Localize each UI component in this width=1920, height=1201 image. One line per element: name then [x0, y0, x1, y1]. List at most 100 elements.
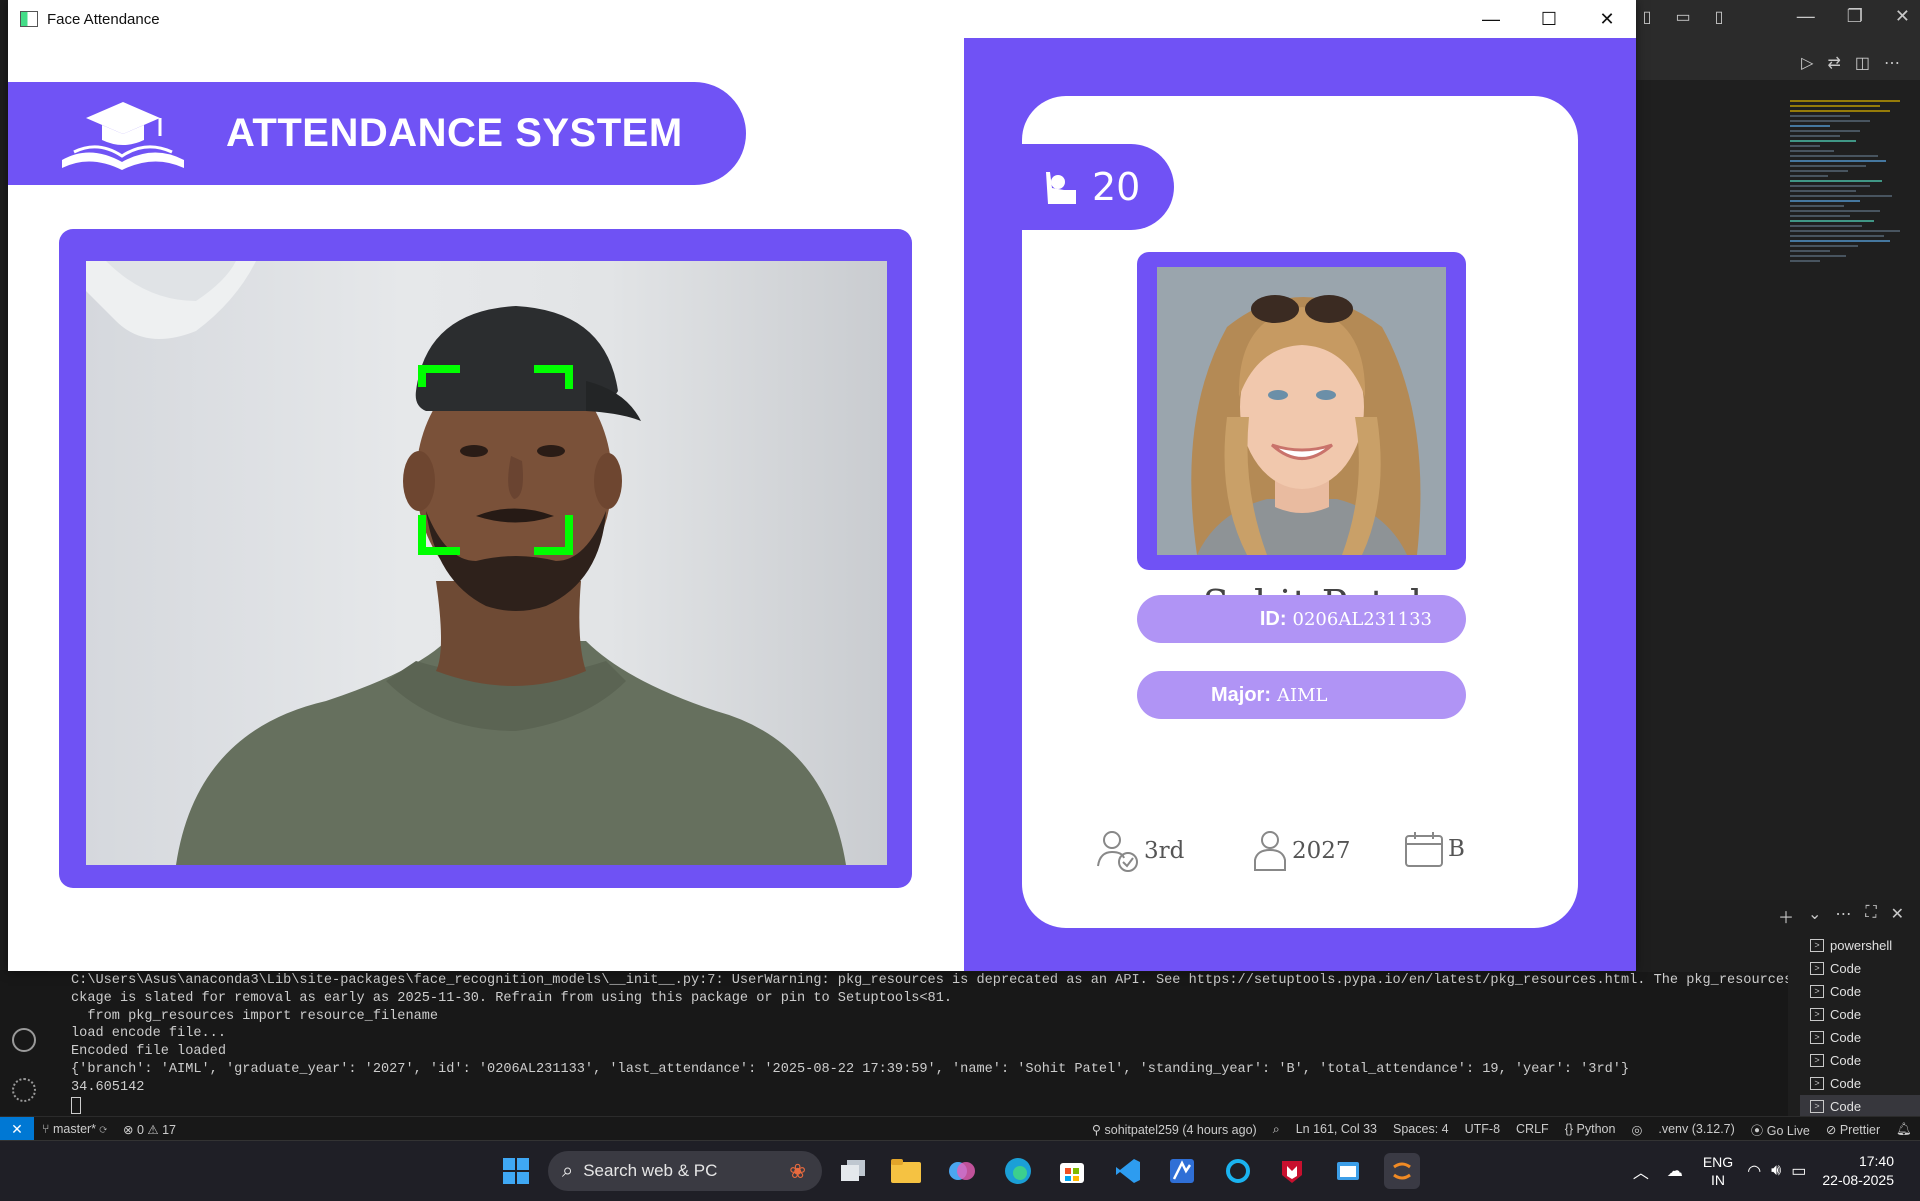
settings-gear-icon[interactable] — [12, 1078, 36, 1102]
python-app-icon[interactable] — [1384, 1153, 1420, 1189]
toggle-secondary-sidebar-icon[interactable]: ▯ — [1708, 6, 1730, 28]
git-blame[interactable]: ⚲ sohitpatel259 (4 hours ago) — [1084, 1122, 1265, 1137]
ms-store-icon[interactable] — [1054, 1153, 1090, 1189]
split-editor-icon[interactable]: ◫ — [1855, 53, 1870, 73]
terminal-icon: > — [1810, 1008, 1824, 1021]
terminal-menu-icon[interactable]: ⌄ — [1808, 904, 1821, 928]
copilot-icon[interactable] — [944, 1153, 980, 1189]
webcam-pane: ATTENDANCE SYSTEM — [8, 38, 964, 971]
vscode-layout-controls: ▯ ▭ ▯ — [1636, 6, 1730, 28]
terminal-line: C:\Users\Asus\anaconda3\Lib\site-package… — [71, 973, 1788, 988]
new-terminal-icon[interactable]: ＋ — [1778, 904, 1794, 928]
language-mode[interactable]: {} Python — [1557, 1122, 1624, 1136]
zoom-icon[interactable]: ⌕ — [1265, 1122, 1288, 1137]
edge-browser-icon[interactable] — [1000, 1153, 1036, 1189]
terminal-icon: > — [1810, 1100, 1824, 1113]
terminal-tab[interactable]: > Code — [1800, 980, 1920, 1003]
student-photo — [1157, 267, 1446, 555]
minimap[interactable] — [1790, 100, 1906, 460]
webcam-frame — [59, 229, 912, 888]
terminal-tab-active[interactable]: > Code — [1800, 1095, 1920, 1118]
terminal-tab[interactable]: > Code — [1800, 957, 1920, 980]
task-view-icon[interactable] — [836, 1153, 872, 1189]
line-ending[interactable]: CRLF — [1508, 1122, 1557, 1136]
attendance-count-badge: 20 — [1022, 144, 1174, 230]
taskbar-search[interactable]: ⌕ Search web & PC ❀ — [548, 1151, 822, 1191]
go-live[interactable]: ⦿ Go Live — [1743, 1120, 1818, 1139]
vscode-minimize-icon[interactable]: — — [1797, 6, 1815, 27]
terminal-tab[interactable]: > Code — [1800, 1049, 1920, 1072]
wifi-icon[interactable]: ◠ — [1747, 1161, 1761, 1181]
clock[interactable]: 17:40 22-08-2025 — [1822, 1152, 1894, 1190]
terminal-tab[interactable]: > powershell — [1800, 934, 1920, 957]
search-highlight-icon: ❀ — [789, 1160, 806, 1183]
terminal-icon: > — [1810, 1031, 1824, 1044]
branch-indicator[interactable]: ⑂ master* ⟳ — [34, 1122, 115, 1136]
major-value: AIML — [1277, 684, 1328, 706]
webcam-person-image — [86, 261, 846, 865]
compare-icon[interactable]: ⇄ — [1827, 53, 1840, 73]
python-interpreter[interactable]: .venv (3.12.7) — [1650, 1122, 1742, 1136]
graduation-book-logo-icon — [62, 102, 184, 170]
terminal-list: > powershell > Code > Code > Code > Code > Cod… — [1800, 934, 1920, 1118]
activity-bar — [0, 970, 48, 1118]
cursor-position[interactable]: Ln 161, Col 33 — [1288, 1122, 1385, 1136]
vscode-icon[interactable] — [1110, 1153, 1146, 1189]
tray-overflow-icon[interactable]: ︿ — [1633, 1159, 1649, 1183]
student-card: 20 ID: 0206AL231133 Major: AIML 3rd 2027… — [1022, 96, 1578, 928]
system-tray: ︿ ☁ ENG IN ◠ 🔊︎ ▭ 17:40 22-08-2025 — [1633, 1141, 1920, 1201]
maximize-panel-icon[interactable]: ⛶ — [1865, 904, 1876, 928]
encoding[interactable]: UTF-8 — [1457, 1122, 1508, 1136]
accounts-icon[interactable] — [12, 1028, 36, 1052]
window-titlebar[interactable]: Face Attendance — ☐ ✕ — [8, 0, 1636, 38]
editor-actions: ▷ ⇄ ◫ ⋯ — [1636, 48, 1920, 78]
terminal-line: ckage is slated for removal as early as … — [71, 990, 953, 1006]
onedrive-icon[interactable]: ☁ — [1667, 1161, 1683, 1181]
close-panel-icon[interactable]: ✕ — [1891, 904, 1904, 928]
cortana-ring-icon[interactable] — [1220, 1153, 1256, 1189]
copilot-icon[interactable]: ◎ — [1623, 1122, 1650, 1137]
raised-hand-student-icon — [1046, 172, 1076, 204]
graduate-year-info: 2027 — [1252, 830, 1351, 872]
student-details-row: 3rd 2027 B — [1096, 830, 1516, 880]
student-id-pill: ID: 0206AL231133 — [1137, 595, 1466, 643]
toggle-panel-icon[interactable]: ▭ — [1672, 6, 1694, 28]
maximize-button[interactable]: ☐ — [1520, 0, 1578, 38]
terminal-output[interactable]: C:\Users\Asus\anaconda3\Lib\site-package… — [48, 972, 1788, 1118]
window-title: Face Attendance — [47, 10, 160, 28]
vscode-window-buttons: — ❐ ✕ — [1797, 6, 1910, 27]
toggle-primary-sidebar-icon[interactable]: ▯ — [1636, 6, 1658, 28]
input-language[interactable]: ENG IN — [1703, 1153, 1733, 1189]
mcafee-icon[interactable] — [1274, 1153, 1310, 1189]
standing-info: B — [1404, 830, 1465, 868]
terminal-icon: > — [1810, 1077, 1824, 1090]
year-info: 3rd — [1096, 830, 1184, 872]
remote-indicator-icon[interactable]: ✕ — [0, 1117, 34, 1141]
battery-icon[interactable]: ▭ — [1791, 1161, 1806, 1181]
terminal-tab[interactable]: > Code — [1800, 1026, 1920, 1049]
major-label: Major: — [1211, 683, 1271, 706]
indentation[interactable]: Spaces: 4 — [1385, 1122, 1457, 1136]
notifications-bell-icon[interactable]: 🔔︎ — [1888, 1122, 1920, 1137]
terminal-line: load encode file... — [71, 1026, 226, 1042]
notepad-icon[interactable] — [1330, 1153, 1366, 1189]
minimize-button[interactable]: — — [1462, 0, 1520, 38]
terminal-cursor — [71, 1096, 81, 1114]
terminal-tab[interactable]: > Code — [1800, 1072, 1920, 1095]
azure-data-studio-icon[interactable] — [1164, 1153, 1200, 1189]
standing-year: B — [1448, 836, 1465, 862]
problems-indicator[interactable]: ⊗ 0 ⚠ 17 — [115, 1122, 184, 1137]
vscode-close-icon[interactable]: ✕ — [1895, 6, 1910, 27]
terminal-tab[interactable]: > Code — [1800, 1003, 1920, 1026]
more-icon[interactable]: ⋯ — [1835, 904, 1851, 928]
status-bar: ✕ ⑂ master* ⟳ ⊗ 0 ⚠ 17 ⚲ sohitpatel259 (… — [0, 1116, 1920, 1141]
more-actions-icon[interactable]: ⋯ — [1884, 53, 1900, 73]
close-button[interactable]: ✕ — [1578, 0, 1636, 38]
run-icon[interactable]: ▷ — [1801, 53, 1813, 73]
prettier[interactable]: ⊘ Prettier — [1818, 1122, 1888, 1137]
terminal-line: {'branch': 'AIML', 'graduate_year': '202… — [71, 1061, 1630, 1077]
file-explorer-icon[interactable] — [888, 1153, 924, 1189]
vscode-restore-icon[interactable]: ❐ — [1847, 6, 1863, 27]
volume-icon[interactable]: 🔊︎ — [1771, 1162, 1781, 1180]
start-windows-icon[interactable] — [498, 1153, 534, 1189]
